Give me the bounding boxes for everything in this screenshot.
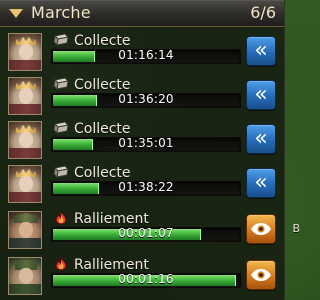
march-progress-bar: 00:01:07 xyxy=(51,227,241,242)
march-progress-bar: 00:01:16 xyxy=(51,273,241,288)
queen-face xyxy=(19,44,33,60)
march-type-label: Collecte xyxy=(74,77,131,93)
march-timer: 01:36:20 xyxy=(118,92,174,106)
march-type-label: Collecte xyxy=(74,165,131,181)
march-panel-title: Marche xyxy=(31,3,91,22)
march-timer: 01:38:22 xyxy=(118,180,174,194)
view-rally-button[interactable] xyxy=(246,214,276,244)
queen-avatar xyxy=(8,121,42,159)
queen-clothing xyxy=(9,148,41,158)
double-chevron-left-icon: « xyxy=(254,125,268,151)
queen-avatar xyxy=(8,165,42,203)
march-row: Collecte 01:16:14 « xyxy=(0,30,284,74)
march-panel-header[interactable]: Marche 6/6 xyxy=(0,0,284,27)
march-timer: 00:01:07 xyxy=(118,226,174,240)
general-armor xyxy=(9,284,41,294)
march-timer: 00:01:16 xyxy=(118,272,174,286)
queen-clothing xyxy=(9,104,41,114)
edge-label: B xyxy=(292,222,300,235)
march-type-label: Ralliement xyxy=(74,257,149,273)
scroll-icon xyxy=(53,165,70,179)
queen-clothing xyxy=(9,192,41,202)
march-type-label: Collecte xyxy=(74,33,131,49)
background-map-text: sanglant xyxy=(102,143,154,157)
queen-face xyxy=(19,132,33,148)
march-row: Collecte 01:38:22 « xyxy=(0,162,284,206)
general-face xyxy=(19,268,33,284)
collapse-triangle-icon[interactable] xyxy=(9,9,23,18)
recall-button[interactable]: « xyxy=(246,124,276,154)
march-count: 6/6 xyxy=(250,3,276,22)
march-row: Ralliement 00:01:16 xyxy=(0,254,284,298)
general-avatar xyxy=(8,257,42,295)
scroll-icon xyxy=(53,121,70,135)
march-progress-bar: 01:38:22 xyxy=(51,181,241,196)
march-type-label: Ralliement xyxy=(74,211,149,227)
eye-icon xyxy=(251,223,271,235)
march-row: Ralliement 00:01:07 xyxy=(0,208,284,252)
general-avatar xyxy=(8,211,42,249)
recall-button[interactable]: « xyxy=(246,80,276,110)
double-chevron-left-icon: « xyxy=(254,37,268,63)
general-armor xyxy=(9,238,41,248)
rally-flame-icon xyxy=(55,257,67,271)
queen-avatar xyxy=(8,33,42,71)
march-timer: 01:16:14 xyxy=(118,48,174,62)
view-rally-button[interactable] xyxy=(246,260,276,290)
march-row: Collecte 01:36:20 « xyxy=(0,74,284,118)
queen-face xyxy=(19,88,33,104)
double-chevron-left-icon: « xyxy=(254,169,268,195)
eye-icon xyxy=(251,269,271,281)
rally-flame-icon xyxy=(55,211,67,225)
queen-face xyxy=(19,176,33,192)
march-progress-bar: 01:36:20 xyxy=(51,93,241,108)
march-progress-bar: 01:16:14 xyxy=(51,49,241,64)
march-panel: Marche 6/6 Collecte 01:16:14 « Collecte … xyxy=(0,0,285,300)
queen-avatar xyxy=(8,77,42,115)
queen-clothing xyxy=(9,60,41,70)
scroll-icon xyxy=(53,33,70,47)
scroll-icon xyxy=(53,77,70,91)
recall-button[interactable]: « xyxy=(246,36,276,66)
double-chevron-left-icon: « xyxy=(254,81,268,107)
march-type-label: Collecte xyxy=(74,121,131,137)
general-face xyxy=(19,222,33,238)
recall-button[interactable]: « xyxy=(246,168,276,198)
